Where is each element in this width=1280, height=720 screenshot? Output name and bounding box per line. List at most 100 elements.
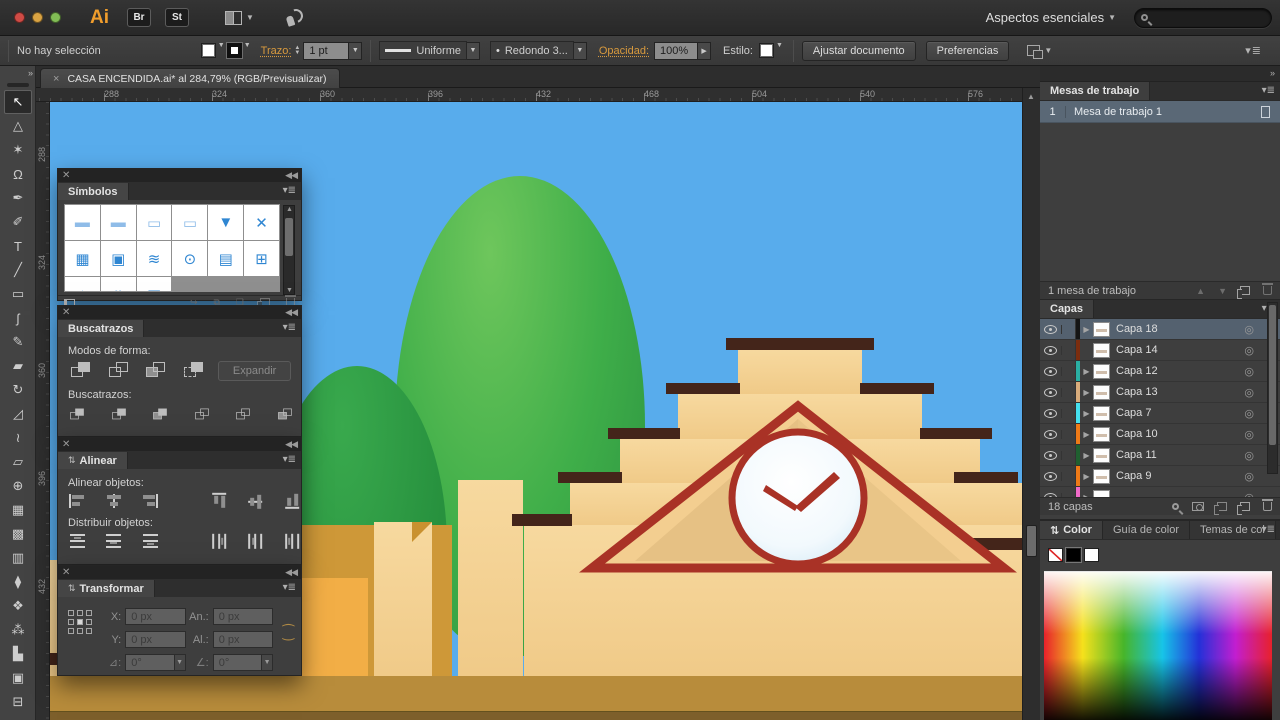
layer-row[interactable]: ▶Capa 12◎	[1040, 361, 1280, 382]
align-top-button[interactable]	[211, 492, 227, 510]
symbol-home[interactable]: ⌂	[65, 277, 100, 292]
symbol-rss-feed[interactable]: ≋	[137, 241, 172, 276]
brush-dropdown[interactable]: • Redondo 3...	[490, 41, 574, 60]
close-panel-icon[interactable]: ✕	[62, 438, 70, 451]
scale-tool[interactable]: ◿	[4, 402, 32, 426]
align-vcenter-button[interactable]	[247, 492, 263, 510]
tab-symbols[interactable]: Símbolos	[58, 183, 129, 200]
symbol-dropdown-button[interactable]: ▼	[208, 205, 243, 240]
tab-gu-a-de-color[interactable]: Guía de color	[1103, 521, 1190, 539]
tab-pathfinder[interactable]: Buscatrazos	[58, 320, 144, 337]
lock-cell[interactable]	[1062, 382, 1076, 402]
expand-layer-icon[interactable]: ▶	[1080, 472, 1093, 481]
layer-name[interactable]: Capa 7	[1116, 407, 1151, 419]
align-right-button[interactable]	[141, 493, 159, 509]
symbol-shopping-cart[interactable]: ⊞	[244, 241, 279, 276]
layer-row[interactable]: ▶Capa 18◎	[1040, 319, 1280, 340]
paintbrush-tool[interactable]: ʃ	[4, 306, 32, 330]
layer-row[interactable]: ▶Capa 13◎	[1040, 382, 1280, 403]
layer-thumbnail[interactable]	[1093, 490, 1110, 498]
fill-swatch[interactable]	[201, 43, 216, 58]
close-panel-icon[interactable]: ✕	[62, 566, 70, 579]
tab-artboards[interactable]: Mesas de trabajo	[1040, 82, 1150, 100]
target-icon[interactable]: ◎	[1244, 386, 1254, 399]
layer-row[interactable]: ▶Capa 11◎	[1040, 445, 1280, 466]
black-swatch[interactable]	[1066, 548, 1081, 562]
layer-row[interactable]: ▶Capa 10◎	[1040, 424, 1280, 445]
collapse-panel-icon[interactable]: ◀◀	[285, 169, 297, 182]
symbol-printer[interactable]: ▤	[137, 277, 172, 292]
x-field[interactable]: 0 px	[125, 608, 185, 625]
collapse-panel-icon[interactable]: ◀◀	[285, 566, 297, 579]
direct-selection-tool[interactable]: △	[4, 114, 32, 138]
target-icon[interactable]: ◎	[1244, 344, 1254, 357]
preferences-button[interactable]: Preferencias	[926, 41, 1010, 61]
opacity-field[interactable]: 100%	[654, 42, 698, 60]
magic-wand-tool[interactable]: ✶	[4, 138, 32, 162]
expand-layer-icon[interactable]: ▶	[1080, 451, 1093, 460]
height-field[interactable]: 0 px	[213, 631, 273, 648]
close-panel-icon[interactable]: ✕	[62, 169, 70, 182]
collapse-toggle-icon[interactable]: ⇅	[68, 583, 76, 594]
layer-thumbnail[interactable]	[1093, 469, 1110, 484]
symbol-close-button[interactable]: ✕	[244, 205, 279, 240]
reference-point-grid[interactable]	[68, 610, 93, 635]
symbols-panel-menu-icon[interactable]: ▾≣	[283, 185, 296, 196]
close-panel-icon[interactable]: ✕	[62, 306, 70, 319]
scroll-up-icon[interactable]: ▲	[1027, 92, 1035, 101]
visibility-icon[interactable]	[1044, 451, 1057, 460]
distribute-bottom-button[interactable]	[141, 533, 159, 549]
isolate-mode-icon[interactable]	[1027, 45, 1040, 56]
artboard-tool[interactable]: ▣	[4, 666, 32, 690]
brush-dropdown-icon[interactable]: ▼	[574, 42, 587, 60]
artboards-panel-menu-icon[interactable]: ▾≣	[1262, 85, 1275, 96]
locate-object-icon[interactable]	[1172, 503, 1179, 510]
scrollbar-thumb[interactable]	[1026, 525, 1037, 557]
fit-document-button[interactable]: Ajustar documento	[802, 41, 916, 61]
align-hcenter-button[interactable]	[104, 493, 122, 509]
symbol-web-button-shaded[interactable]: ▬	[101, 205, 136, 240]
line-segment-tool[interactable]: ╱	[4, 258, 32, 282]
tab-transform[interactable]: ⇅Transformar	[58, 580, 155, 597]
symbol-credit-card[interactable]: ▤	[208, 241, 243, 276]
width-profile-dropdown[interactable]: Uniforme	[379, 41, 467, 60]
artboard-row[interactable]: 1 Mesa de trabajo 1	[1040, 101, 1280, 123]
distribute-left-button[interactable]	[211, 532, 227, 550]
collapse-dock-icon[interactable]: »	[1270, 68, 1274, 78]
delete-layer-icon[interactable]	[1263, 502, 1272, 511]
white-swatch[interactable]	[1084, 548, 1099, 562]
minus-front-button[interactable]	[106, 361, 132, 381]
stock-button[interactable]: St	[165, 8, 189, 27]
stroke-stepper[interactable]: ▲▼	[294, 46, 300, 56]
search-box[interactable]	[1134, 8, 1272, 28]
stroke-weight-field[interactable]: 1 pt	[303, 42, 349, 60]
layer-name[interactable]: Capa 18	[1116, 323, 1158, 335]
outline-button[interactable]	[234, 408, 252, 422]
layer-thumbnail[interactable]	[1093, 322, 1110, 337]
layer-name[interactable]: Capa 14	[1116, 344, 1158, 356]
target-icon[interactable]: ◎	[1244, 449, 1254, 462]
trim-button[interactable]	[110, 408, 128, 422]
expand-layer-icon[interactable]: ▶	[1080, 325, 1093, 334]
new-artboard-icon[interactable]	[1240, 286, 1250, 295]
perspective-grid-tool[interactable]: ▦	[4, 498, 32, 522]
style-swatch[interactable]	[759, 43, 774, 58]
color-panel-menu-icon[interactable]: ▾≣	[1262, 524, 1275, 535]
minimize-window-button[interactable]	[32, 12, 43, 23]
pathfinder-panel-menu-icon[interactable]: ▾≣	[283, 322, 296, 333]
clipping-mask-icon[interactable]	[1192, 502, 1204, 511]
target-icon[interactable]: ◎	[1244, 491, 1254, 498]
expand-layer-icon[interactable]: ▶	[1080, 430, 1093, 439]
symbol-calendar[interactable]: ▦	[65, 241, 100, 276]
stroke-weight-label[interactable]: Trazo:	[261, 45, 292, 57]
align-bottom-button[interactable]	[284, 492, 300, 510]
distribute-top-button[interactable]	[68, 533, 86, 549]
slice-tool[interactable]: ⊟	[4, 690, 32, 714]
arrange-documents-icon[interactable]	[225, 11, 242, 25]
layer-thumbnail[interactable]	[1093, 385, 1110, 400]
layer-thumbnail[interactable]	[1093, 448, 1110, 463]
transform-panel-menu-icon[interactable]: ▾≣	[283, 582, 296, 593]
expand-layer-icon[interactable]: ▶	[1080, 493, 1093, 498]
control-panel-menu-icon[interactable]: ▾≣	[1245, 44, 1262, 57]
gesture-icon[interactable]	[284, 9, 304, 26]
